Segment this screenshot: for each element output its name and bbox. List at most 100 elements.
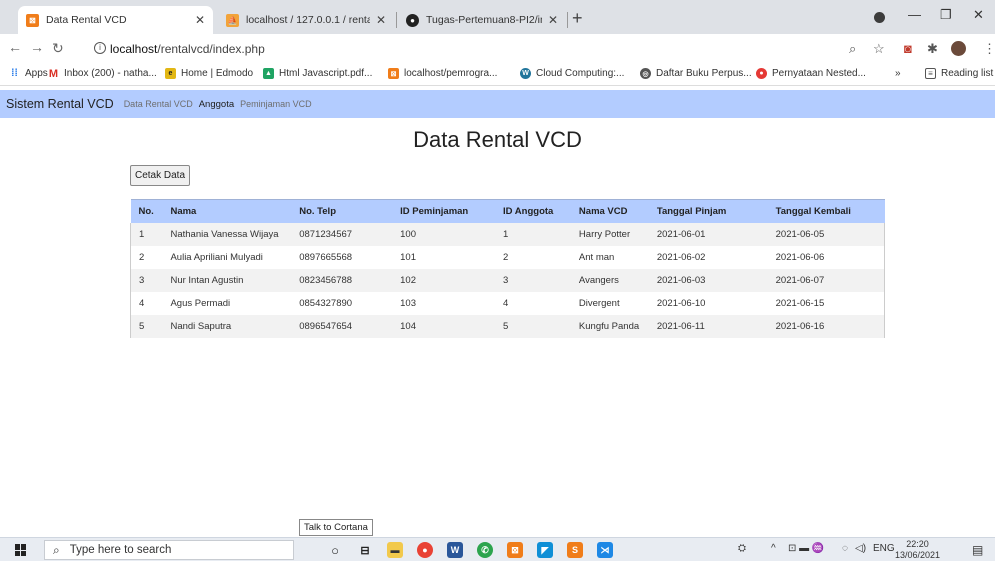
reload-icon[interactable]: ↻ <box>52 40 64 57</box>
site-info-icon[interactable]: i <box>94 42 106 54</box>
chrome-icon[interactable]: ● <box>417 542 433 558</box>
bookmark-star-icon[interactable]: ☆ <box>873 41 885 57</box>
word-icon[interactable]: W <box>447 542 463 558</box>
xampp-taskbar-icon[interactable]: ⊠ <box>507 542 523 558</box>
cortana-icon[interactable]: ○ <box>327 542 343 558</box>
column-header: ID Anggota <box>495 199 571 223</box>
task-view-icon[interactable]: ⊟ <box>357 542 373 558</box>
table-cell: Avangers <box>570 268 649 292</box>
tab-data-rental-vcd[interactable]: ⊠ Data Rental VCD ✕ <box>18 6 213 34</box>
more-bookmarks-label: » <box>895 68 901 79</box>
table-cell: 2021-06-07 <box>767 268 885 292</box>
table-cell: Harry Potter <box>570 222 649 246</box>
language-indicator[interactable]: ENG <box>873 543 895 554</box>
extensions-icon[interactable]: ✱ <box>927 41 938 57</box>
nav-link-anggota[interactable]: Anggota <box>199 99 234 110</box>
column-header: Nama VCD <box>570 199 649 223</box>
bookmark-label: localhost/pemrogra... <box>404 68 498 79</box>
back-icon[interactable]: ← <box>8 39 22 55</box>
table-cell: 103 <box>392 291 496 315</box>
vscode-icon[interactable]: ⋊ <box>597 542 613 558</box>
zoom-icon[interactable]: ⌕ <box>849 41 856 57</box>
tray-chevron-icon[interactable]: ^ <box>771 543 776 554</box>
tab-phpmyadmin[interactable]: ⛵ localhost / 127.0.0.1 / rental_vcd ✕ <box>218 6 394 34</box>
table-cell: 2021-06-06 <box>767 245 885 269</box>
url-path: /rentalvcd/index.php <box>157 42 265 56</box>
search-icon: ⌕ <box>53 542 60 557</box>
wordpress-icon: W <box>520 68 531 79</box>
file-explorer-icon[interactable]: ▬ <box>387 542 403 558</box>
bookmark-apps[interactable]: ⁞⁞ Apps <box>9 68 48 79</box>
network-icon[interactable]: ◌ <box>842 543 848 554</box>
tab-github[interactable]: ● Tugas-Pertemuan8-PI2/index.ph ✕ <box>398 6 566 34</box>
minimize-icon[interactable]: — <box>908 7 921 22</box>
xampp-icon: ⊠ <box>26 13 39 27</box>
taskbar-search-box[interactable]: ⌕ Type here to search <box>44 540 294 560</box>
bookmark-drive[interactable]: ▲ Html Javascript.pdf... <box>263 68 372 79</box>
windows-start-icon[interactable] <box>15 544 27 556</box>
pocket-icon[interactable]: ◙ <box>904 41 912 56</box>
table-cell: 2 <box>130 245 163 269</box>
column-header: Nama <box>162 199 292 223</box>
reading-list-label: Reading list <box>941 68 994 79</box>
bookmark-localhost[interactable]: ⊠ localhost/pemrogra... <box>388 68 497 79</box>
store-icon[interactable]: ◤ <box>537 542 553 558</box>
table-cell: 4 <box>130 291 163 315</box>
table-cell: Divergent <box>570 291 649 315</box>
notifications-icon[interactable]: ▤ <box>972 543 983 557</box>
globe-icon: ◎ <box>640 68 651 79</box>
bookmark-pernyataan[interactable]: ● Pernyataan Nested... <box>756 68 866 79</box>
restore-icon[interactable]: ❐ <box>940 7 952 23</box>
bookmark-gmail[interactable]: M Inbox (200) - natha... <box>48 68 157 80</box>
close-tab-icon[interactable]: ✕ <box>195 13 205 27</box>
table-row: 4 Agus Permadi 0854327890 103 4 Divergen… <box>130 291 885 315</box>
apps-grid-icon: ⁞⁞ <box>11 68 18 79</box>
volume-icon[interactable]: ◁) <box>855 543 866 554</box>
url-field[interactable]: localhost/rentalvcd/index.php <box>110 42 265 56</box>
taskbar-clock[interactable]: 22:20 13/06/2021 <box>895 539 940 561</box>
clock-date: 13/06/2021 <box>895 550 941 560</box>
bookmarks-bar: ⁞⁞ Apps M Inbox (200) - natha... e Home … <box>0 64 995 86</box>
edmodo-icon: e <box>165 68 176 79</box>
table-cell: 5 <box>130 314 163 338</box>
sublime-icon[interactable]: S <box>567 542 583 558</box>
menu-kebab-icon[interactable]: ⋮ <box>983 41 995 57</box>
table-row: 1 Nathania Vanessa Wijaya 0871234567 100… <box>130 222 885 246</box>
tray-apps-icon[interactable]: ⊡ ▬ ♒ <box>788 543 824 554</box>
bookmark-cloud[interactable]: W Cloud Computing:... <box>520 68 624 79</box>
close-tab-icon[interactable]: ✕ <box>548 13 558 27</box>
bookmark-edmodo[interactable]: e Home | Edmodo <box>165 68 253 79</box>
cortana-tooltip: Talk to Cortana <box>299 519 373 536</box>
table-cell: 5 <box>495 314 571 338</box>
nav-link-data-rental[interactable]: Data Rental VCD <box>124 99 193 109</box>
table-cell: 2021-06-16 <box>767 314 885 338</box>
new-tab-button[interactable]: + <box>572 9 583 27</box>
github-icon: ● <box>406 13 419 27</box>
bookmark-daftar-buku[interactable]: ◎ Daftar Buku Perpus... <box>640 68 752 79</box>
profile-avatar[interactable] <box>951 41 966 56</box>
print-data-button[interactable]: Cetak Data <box>130 165 191 186</box>
site-icon: ● <box>756 68 767 79</box>
close-tab-icon[interactable]: ✕ <box>376 13 386 27</box>
column-header: Tanggal Kembali <box>767 199 885 223</box>
windows-taskbar: ⌕ Type here to search ○ ⊟ ▬ ● W ✆ ⊠ ◤ S … <box>0 537 995 561</box>
forward-icon[interactable]: → <box>30 39 44 55</box>
rental-table: No. Nama No. Telp ID Peminjaman ID Anggo… <box>130 199 885 338</box>
table-cell: 0896547654 <box>291 314 393 338</box>
record-icon[interactable] <box>874 12 885 23</box>
people-icon[interactable]: ⛭ <box>738 543 746 554</box>
reading-list-button[interactable]: ≡ Reading list <box>925 68 993 79</box>
whatsapp-icon[interactable]: ✆ <box>477 542 493 558</box>
table-row: 5 Nandi Saputra 0896547654 104 5 Kungfu … <box>130 314 885 338</box>
tab-title: Tugas-Pertemuan8-PI2/index.ph <box>426 14 542 26</box>
nav-link-peminjaman[interactable]: Peminjaman VCD <box>240 99 312 109</box>
table-cell: Nur Intan Agustin <box>162 268 292 292</box>
more-bookmarks-button[interactable]: » <box>895 68 901 79</box>
tab-separator <box>396 12 397 28</box>
xampp-icon: ⊠ <box>388 68 399 79</box>
navbar-brand[interactable]: Sistem Rental VCD <box>6 97 114 111</box>
table-cell: 2021-06-01 <box>648 222 768 246</box>
table-cell: Nathania Vanessa Wijaya <box>162 222 292 246</box>
table-cell: 101 <box>392 245 496 269</box>
close-window-icon[interactable]: ✕ <box>973 7 984 23</box>
